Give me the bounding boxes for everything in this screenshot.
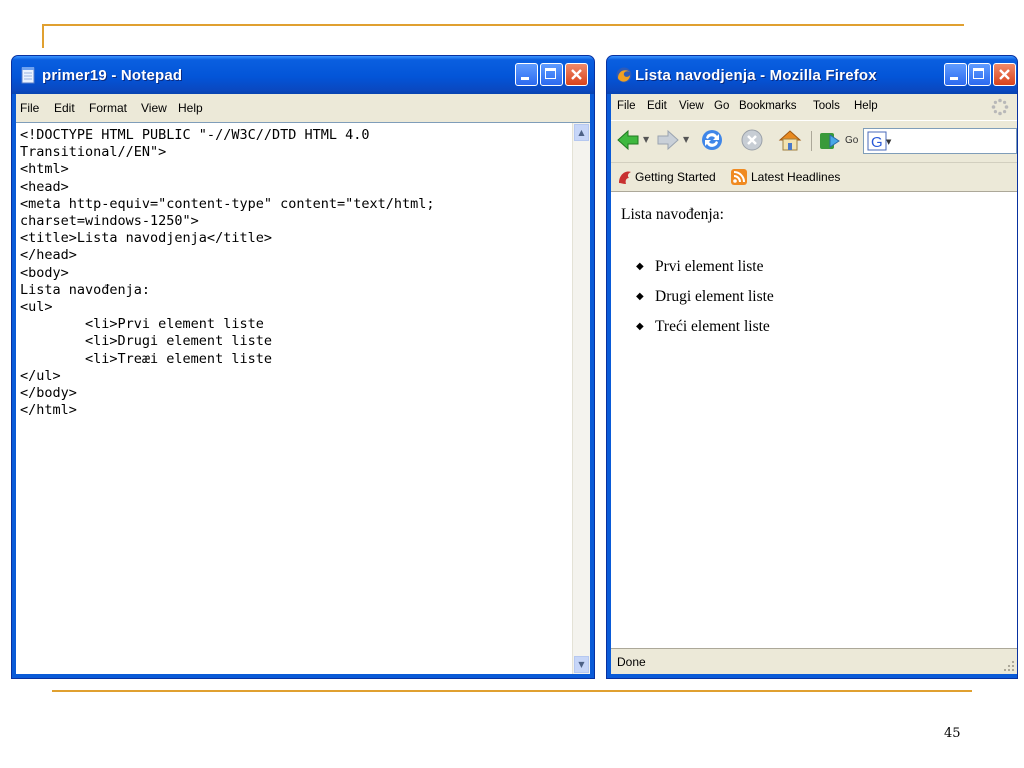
rss-feed-icon [731, 169, 747, 185]
menu-file[interactable]: File [20, 101, 39, 115]
firefox-logo-icon [616, 67, 632, 83]
menu-view[interactable]: View [141, 101, 167, 115]
scroll-down-button[interactable]: ▼ [574, 656, 589, 673]
reload-icon[interactable] [699, 127, 725, 153]
close-button[interactable] [565, 63, 588, 86]
minimize-icon [950, 77, 958, 80]
google-search-icon[interactable]: G [867, 131, 887, 151]
notepad-body: File Edit Format View Help <!DOCTYPE HTM… [16, 94, 590, 674]
minimize-button[interactable] [515, 63, 538, 86]
editor-text[interactable]: <!DOCTYPE HTML PUBLIC "-//W3C//DTD HTML … [20, 127, 570, 419]
maximize-icon [973, 68, 984, 79]
search-engine-dropdown-icon[interactable]: ▼ [886, 138, 891, 146]
firefox-body: File Edit View Go Bookmarks Tools Help ▼ [611, 94, 1017, 674]
svg-text:G: G [871, 134, 883, 151]
chevron-up-icon: ▲ [578, 128, 585, 137]
list-item: Treći element liste [631, 312, 774, 342]
menu-bookmarks[interactable]: Bookmarks [739, 100, 797, 112]
vertical-scrollbar[interactable]: ▲ ▼ [572, 123, 590, 674]
firefox-titlebar[interactable]: Lista navodjenja - Mozilla Firefox [607, 56, 1017, 94]
close-icon [571, 69, 582, 80]
resize-grip-icon[interactable] [1003, 660, 1015, 672]
page-heading: Lista navođenja: [621, 206, 724, 223]
status-bar: Done [611, 648, 1017, 674]
page-content: Lista navođenja: Prvi element liste Drug… [611, 191, 1017, 648]
go-label[interactable]: Go [845, 135, 858, 146]
slide-top-rule [42, 24, 964, 26]
firefox-menubar: File Edit View Go Bookmarks Tools Help [611, 94, 1017, 120]
getting-started-icon [619, 171, 631, 184]
scroll-up-button[interactable]: ▲ [574, 124, 589, 141]
go-icon[interactable] [819, 130, 841, 152]
firefox-window: Lista navodjenja - Mozilla Firefox File … [606, 55, 1018, 679]
throbber-icon [991, 98, 1009, 116]
list-item: Drugi element liste [631, 282, 774, 312]
back-dropdown-icon[interactable]: ▼ [643, 135, 649, 144]
menu-edit[interactable]: Edit [647, 100, 667, 112]
page-list: Prvi element liste Drugi element liste T… [631, 252, 774, 342]
list-item: Prvi element liste [631, 252, 774, 282]
menu-edit[interactable]: Edit [54, 101, 75, 115]
menu-view[interactable]: View [679, 100, 704, 112]
maximize-icon [545, 68, 556, 79]
bookmark-getting-started[interactable]: Getting Started [635, 170, 716, 184]
menu-help[interactable]: Help [178, 101, 203, 115]
notepad-title: primer19 - Notepad [42, 67, 183, 84]
minimize-button[interactable] [944, 63, 967, 86]
minimize-icon [521, 77, 529, 80]
search-box[interactable]: G ▼ [863, 128, 1017, 154]
notepad-menubar: File Edit Format View Help [16, 94, 590, 122]
notepad-titlebar[interactable]: primer19 - Notepad [12, 56, 594, 94]
menu-file[interactable]: File [617, 100, 636, 112]
back-arrow-icon[interactable] [615, 127, 641, 153]
text-editor[interactable]: <!DOCTYPE HTML PUBLIC "-//W3C//DTD HTML … [16, 122, 590, 674]
close-button[interactable] [993, 63, 1016, 86]
maximize-button[interactable] [540, 63, 563, 86]
slide-top-rule-tick [42, 24, 44, 48]
bookmarks-toolbar: Getting Started Latest Headlines [611, 162, 1017, 192]
chevron-down-icon: ▼ [578, 660, 585, 669]
forward-arrow-icon[interactable] [655, 127, 681, 153]
slide-page-number: 45 [944, 726, 961, 741]
close-icon [999, 69, 1010, 80]
notepad-icon [21, 67, 35, 84]
bookmark-latest-headlines[interactable]: Latest Headlines [751, 170, 840, 184]
toolbar-separator [811, 131, 812, 151]
status-text: Done [617, 655, 646, 669]
firefox-title: Lista navodjenja - Mozilla Firefox [635, 67, 877, 84]
slide-bottom-rule [52, 690, 972, 692]
home-icon[interactable] [777, 127, 803, 153]
stop-icon[interactable] [739, 127, 765, 153]
menu-help[interactable]: Help [854, 100, 878, 112]
maximize-button[interactable] [968, 63, 991, 86]
notepad-window: primer19 - Notepad File Edit Format View… [11, 55, 595, 679]
navigation-toolbar: ▼ ▼ Go G ▼ [611, 120, 1017, 161]
menu-go[interactable]: Go [714, 100, 729, 112]
menu-format[interactable]: Format [89, 101, 127, 115]
forward-dropdown-icon[interactable]: ▼ [683, 135, 689, 144]
menu-tools[interactable]: Tools [813, 100, 840, 112]
